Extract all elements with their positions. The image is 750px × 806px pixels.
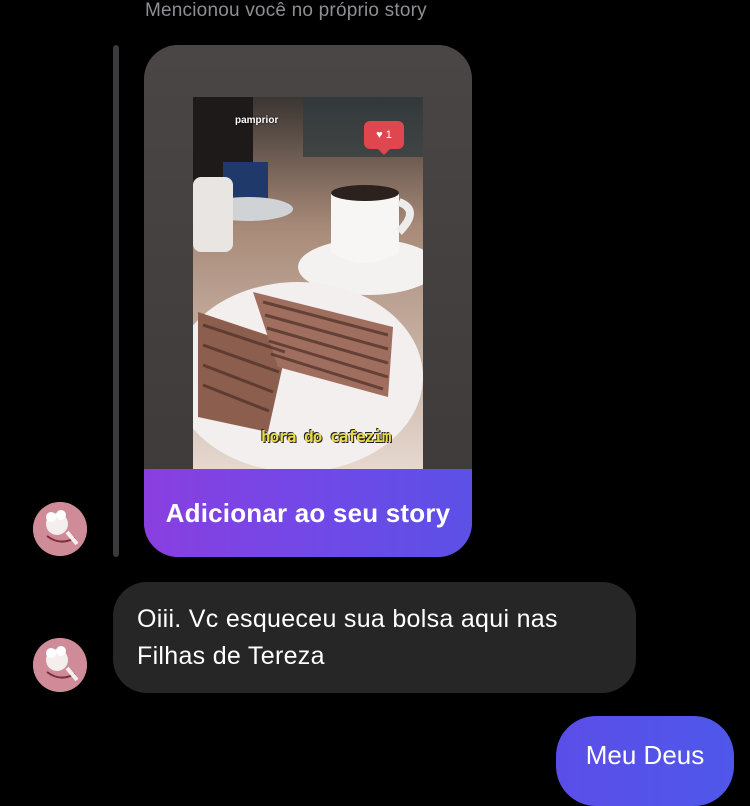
avatar[interactable] bbox=[33, 502, 87, 556]
heart-icon: ♥ bbox=[376, 129, 383, 141]
story-caption: hora do cafezim bbox=[261, 427, 391, 446]
mention-note: Mencionou você no próprio story bbox=[145, 0, 427, 21]
like-badge: ♥ 1 bbox=[364, 121, 404, 155]
avatar-icon bbox=[33, 638, 87, 692]
received-message[interactable]: Oiii. Vc esqueceu sua bolsa aqui nas Fil… bbox=[113, 582, 636, 693]
story-card[interactable]: pamprior ♥ 1 hora do cafezim Adicionar a… bbox=[144, 45, 472, 557]
avatar-icon bbox=[33, 502, 87, 556]
add-to-story-button[interactable]: Adicionar ao seu story bbox=[144, 469, 472, 557]
sent-message[interactable]: Meu Deus bbox=[556, 716, 734, 806]
avatar[interactable] bbox=[33, 638, 87, 692]
like-count: 1 bbox=[385, 129, 392, 141]
reply-bar bbox=[113, 45, 119, 557]
story-username[interactable]: pamprior bbox=[235, 115, 278, 126]
story-photo[interactable]: pamprior ♥ 1 hora do cafezim bbox=[193, 97, 423, 469]
